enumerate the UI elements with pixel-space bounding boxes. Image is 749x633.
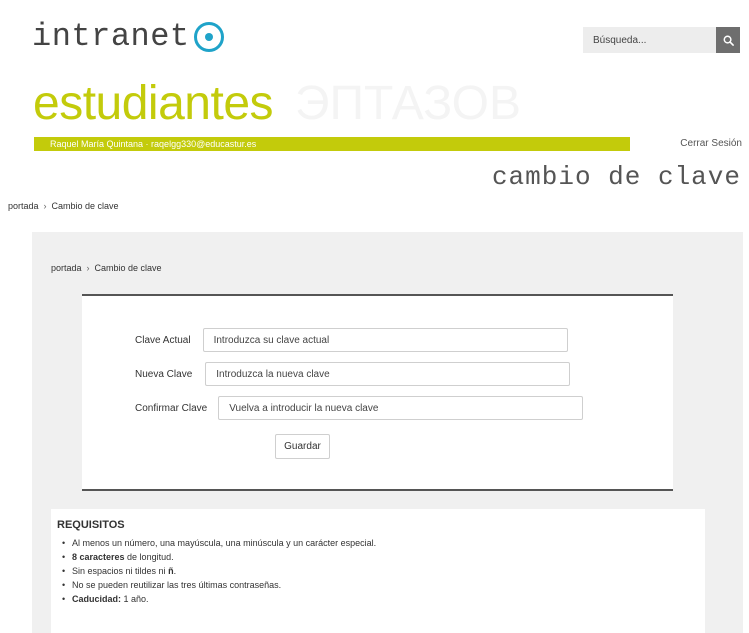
list-item: 8 caracteres de longitud. (57, 550, 699, 564)
logo-circle-icon (193, 21, 224, 52)
breadcrumb-current: Cambio de clave (94, 263, 162, 273)
user-info-bar: Raquel María Quintana · raqelgg330@educa… (34, 137, 630, 151)
requirements-title: REQUISITOS (57, 519, 125, 531)
breadcrumb-home-link[interactable]: portada (51, 263, 82, 273)
search-bar (583, 27, 740, 53)
search-button[interactable] (716, 27, 740, 53)
logo-text: intranet (32, 18, 190, 55)
section-title: estudiantes (33, 77, 274, 130)
new-password-label: Nueva Clave (135, 368, 193, 380)
list-item: Al menos un número, una mayúscula, una m… (57, 536, 699, 550)
breadcrumb-separator-icon: › (86, 263, 90, 273)
current-password-label: Clave Actual (135, 334, 191, 346)
user-info: Raquel María Quintana · raqelgg330@educa… (50, 139, 257, 149)
search-icon (723, 35, 734, 46)
change-password-form: Clave Actual Nueva Clave Confirmar Clave… (82, 294, 673, 491)
section-ghost-text: ЭПТАЗОВ (295, 77, 522, 130)
breadcrumb: portada › Cambio de clave (8, 201, 119, 211)
requirements-list: Al menos un número, una mayúscula, una m… (57, 536, 699, 606)
new-password-input[interactable] (205, 362, 571, 386)
search-input[interactable] (583, 27, 716, 53)
confirm-password-label: Confirmar Clave (135, 402, 208, 414)
current-password-row: Clave Actual (135, 328, 568, 352)
list-item: Sin espacios ni tildes ni ñ. (57, 564, 699, 578)
requirements-box: REQUISITOS Al menos un número, una mayús… (51, 509, 705, 633)
site-logo[interactable]: intranet (32, 18, 224, 55)
save-button[interactable]: Guardar (275, 434, 330, 459)
breadcrumb-inner: portada › Cambio de clave (51, 263, 162, 273)
main-panel: portada › Cambio de clave Clave Actual N… (32, 232, 743, 633)
page-heading: cambio de clave (491, 162, 741, 192)
list-item: No se pueden reutilizar las tres últimas… (57, 578, 699, 592)
logout-link[interactable]: Cerrar Sesión (680, 138, 742, 149)
breadcrumb-current: Cambio de clave (51, 201, 119, 211)
breadcrumb-home-link[interactable]: portada (8, 201, 39, 211)
confirm-password-row: Confirmar Clave (135, 396, 584, 420)
breadcrumb-separator-icon: › (43, 201, 47, 211)
list-item: Caducidad: 1 año. (57, 592, 699, 606)
confirm-password-input[interactable] (218, 396, 584, 420)
new-password-row: Nueva Clave (135, 362, 571, 386)
current-password-input[interactable] (202, 328, 568, 352)
